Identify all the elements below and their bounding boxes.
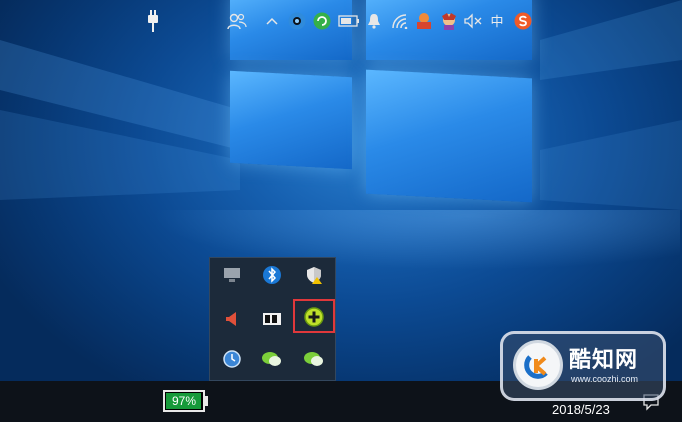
green-refresh-icon[interactable] [311, 0, 333, 41]
cartoon-app-icon[interactable] [438, 0, 460, 41]
display-icon[interactable] [219, 262, 245, 288]
chevron-up-icon[interactable] [262, 0, 282, 41]
battery-percent: 97% [171, 394, 197, 408]
wifi-icon[interactable] [390, 0, 410, 41]
shopping-app-icon[interactable] [413, 0, 435, 41]
wechat-icon[interactable] [301, 346, 327, 372]
notification-bell-icon[interactable] [364, 0, 384, 41]
volume-muted-icon[interactable] [462, 0, 484, 41]
keyboard-battery-icon[interactable] [337, 0, 361, 41]
desktop-wallpaper [0, 0, 682, 381]
security-shield-icon[interactable] [301, 262, 327, 288]
people-icon[interactable] [224, 0, 250, 41]
coozhi-watermark: 酷知网 www.coozhi.com [500, 331, 666, 401]
battery-cap [205, 396, 208, 406]
sogou-input-icon[interactable] [512, 0, 534, 41]
media-icon[interactable] [259, 306, 285, 332]
browser-icon[interactable] [286, 0, 308, 41]
battery-indicator[interactable]: 97% [163, 390, 205, 412]
watermark-url: www.coozhi.com [571, 374, 639, 384]
clock-icon[interactable] [219, 346, 245, 372]
speaker-icon[interactable] [219, 306, 245, 332]
watermark-brand: 酷知网 [569, 348, 639, 373]
coozhi-logo-icon [513, 340, 563, 390]
taskbar-date[interactable]: 2018/5/23 [552, 402, 610, 417]
wechat-icon[interactable] [259, 346, 285, 372]
highlight-box [293, 299, 335, 333]
bluetooth-icon[interactable] [259, 262, 285, 288]
power-plug-icon[interactable] [143, 0, 163, 41]
ime-indicator[interactable]: 中 [487, 0, 507, 41]
